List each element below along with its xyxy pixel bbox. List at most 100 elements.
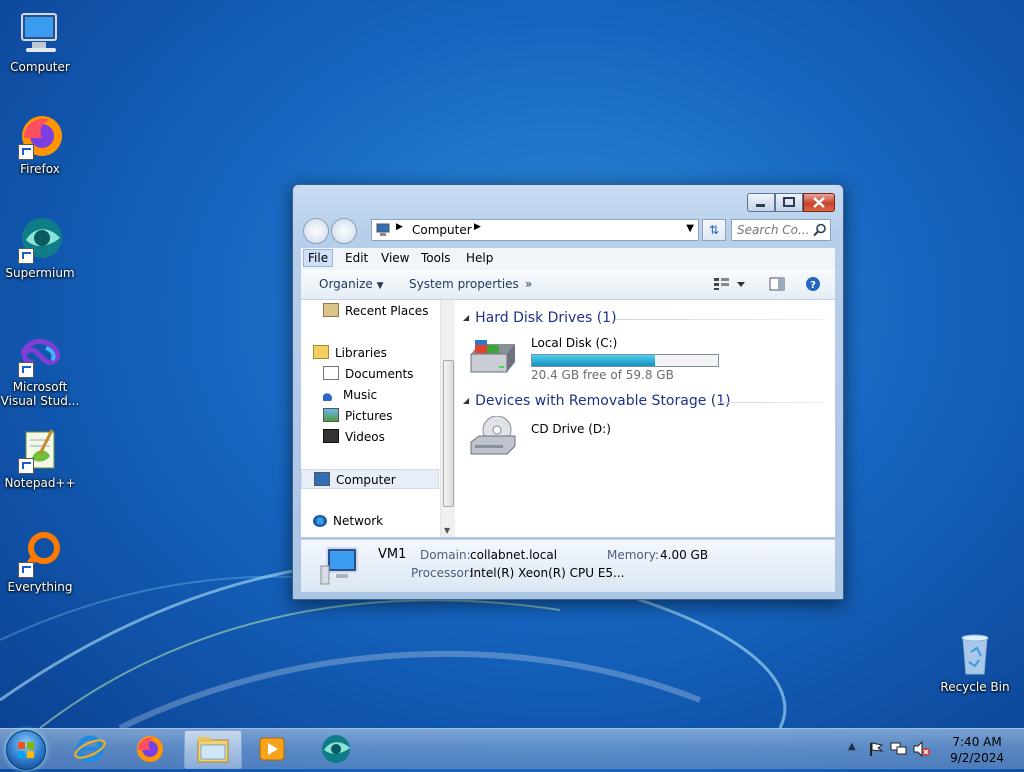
nav-item-pictures[interactable]: Pictures (323, 406, 393, 426)
svg-text:?: ? (810, 280, 816, 291)
visual-studio-icon (16, 330, 64, 378)
cd-drive-icon (470, 416, 516, 455)
address-dropdown-icon[interactable]: ▼ (686, 223, 694, 234)
nav-item-recent-places[interactable]: Recent Places (323, 301, 428, 321)
minimize-button[interactable] (747, 193, 775, 212)
minimize-icon (756, 204, 765, 207)
address-bar[interactable]: ▶ Computer ▶ ▼ (371, 219, 699, 241)
nav-item-computer[interactable]: Computer (301, 469, 439, 489)
search-icon[interactable] (813, 223, 827, 237)
desktop-icon-everything[interactable]: Everything (0, 530, 80, 594)
system-properties-button[interactable]: System properties (409, 277, 519, 291)
content-pane: Hard Disk Drives (1) Local Disk (C:) 20.… (455, 300, 835, 537)
taskbar-internet-explorer[interactable] (62, 730, 118, 767)
help-icon[interactable]: ? (805, 276, 821, 292)
pictures-icon (323, 408, 339, 422)
firefox-icon (137, 736, 163, 762)
nav-item-documents[interactable]: Documents (323, 364, 413, 384)
group-divider (615, 319, 825, 320)
nav-scrollbar[interactable]: ▼ (440, 300, 455, 537)
action-center-flag-icon[interactable] (868, 741, 884, 757)
clock[interactable]: 7:40 AM 9/2/2024 (950, 734, 1004, 766)
drive-cd[interactable]: CD Drive (D:) (455, 412, 825, 460)
drive-name: Local Disk (C:) (531, 336, 618, 350)
organize-button[interactable]: Organize ▼ (319, 277, 384, 291)
shortcut-arrow-icon (18, 458, 34, 474)
close-icon (813, 197, 825, 208)
desktop-icon-firefox[interactable]: Firefox (0, 112, 80, 176)
hard-drive-icon (470, 340, 515, 373)
change-view-icon[interactable] (713, 277, 747, 291)
refresh-button[interactable]: ⇅ (702, 219, 726, 241)
recent-places-icon (323, 303, 339, 317)
desktop-icon-label: Everything (7, 580, 73, 594)
internet-explorer-icon (74, 735, 106, 763)
desktop-icon-supermium[interactable]: Supermium (0, 216, 80, 280)
volume-muted-icon[interactable] (912, 741, 930, 757)
drive-usage-fill (532, 355, 655, 366)
back-button[interactable] (303, 218, 329, 244)
nav-label: Videos (345, 430, 385, 444)
scrollbar-thumb[interactable] (443, 360, 454, 507)
address-text: Computer (412, 223, 472, 237)
forward-button[interactable] (331, 218, 357, 244)
notepadpp-icon (16, 426, 64, 474)
close-button[interactable] (803, 193, 835, 212)
more-commands-button[interactable]: » (525, 277, 532, 291)
menu-help[interactable]: Help (466, 251, 493, 265)
taskbar: ▲ 7:40 AM 9/2/2024 (0, 728, 1024, 770)
nav-label: Pictures (345, 409, 393, 423)
menu-file[interactable]: File (303, 249, 334, 267)
computer-name: VM1 (378, 547, 407, 562)
clock-time: 7:40 AM (952, 735, 1002, 749)
desktop-icon-visual-studio[interactable]: Microsoft Visual Stud... (0, 330, 80, 408)
drive-name: CD Drive (D:) (531, 422, 611, 436)
search-input[interactable] (735, 222, 813, 238)
maximize-button[interactable] (775, 193, 803, 212)
documents-icon (323, 366, 339, 380)
scroll-down-icon[interactable]: ▼ (444, 526, 450, 535)
system-tray: ▲ 7:40 AM 9/2/2024 (834, 729, 1024, 769)
desktop-icon-label: Microsoft Visual Stud... (0, 380, 80, 408)
nav-item-music[interactable]: Music (323, 385, 377, 405)
navigation-bar: ▶ Computer ▶ ▼ ⇅ (301, 217, 835, 244)
menu-tools[interactable]: Tools (421, 251, 451, 265)
network-icon (313, 515, 327, 527)
nav-label: Music (343, 388, 378, 402)
taskbar-firefox[interactable] (122, 730, 178, 767)
nav-item-network[interactable]: Network (313, 511, 383, 531)
desktop-icon-label: Notepad++ (4, 476, 76, 490)
drive-local-disk[interactable]: Local Disk (C:) 20.4 GB free of 59.8 GB (455, 330, 825, 382)
menu-view[interactable]: View (381, 251, 409, 265)
memory-label: Memory: (607, 548, 659, 562)
network-icon[interactable] (890, 741, 908, 757)
explorer-window[interactable]: ▶ Computer ▶ ▼ ⇅ File Edit View Tools He… (292, 184, 844, 600)
title-bar[interactable] (293, 185, 843, 215)
computer-icon (320, 547, 358, 585)
show-hidden-icons-icon[interactable]: ▲ (848, 741, 856, 752)
firefox-icon (16, 112, 64, 160)
taskbar-windows-explorer[interactable] (184, 730, 242, 769)
desktop-icon-notepadpp[interactable]: Notepad++ (0, 426, 80, 490)
computer-icon (314, 472, 330, 486)
preview-pane-icon[interactable] (769, 277, 785, 291)
music-icon (323, 389, 337, 401)
desktop-icon-recycle-bin[interactable]: Recycle Bin (935, 630, 1015, 694)
nav-item-videos[interactable]: Videos (323, 427, 385, 447)
taskbar-media-player[interactable] (244, 730, 300, 767)
taskbar-supermium[interactable] (308, 730, 364, 767)
domain-label: Domain: (420, 548, 471, 562)
group-removable-storage[interactable]: Devices with Removable Storage (1) (463, 393, 730, 409)
nav-item-libraries[interactable]: Libraries (313, 343, 387, 363)
group-hard-disk-drives[interactable]: Hard Disk Drives (1) (463, 310, 616, 326)
chevron-right-icon[interactable]: ▶ (474, 222, 481, 232)
desktop-icon-label: Computer (10, 60, 70, 74)
desktop-icon-computer[interactable]: Computer (0, 10, 80, 74)
refresh-icon: ⇅ (708, 223, 720, 237)
menu-edit[interactable]: Edit (345, 251, 368, 265)
memory-value: 4.00 GB (660, 548, 709, 562)
chevron-down-icon: ▼ (376, 281, 384, 291)
start-button[interactable] (6, 730, 46, 770)
shortcut-arrow-icon (18, 248, 34, 264)
search-box[interactable] (731, 219, 831, 241)
